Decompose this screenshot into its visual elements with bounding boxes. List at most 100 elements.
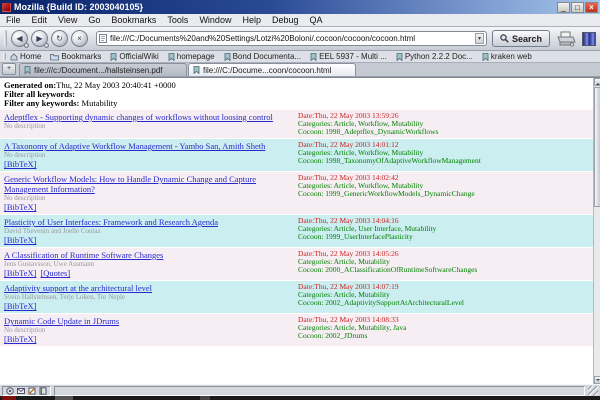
bookmark-bookmarks[interactable]: Bookmarks bbox=[50, 52, 101, 61]
generated-line: Generated on:Thu, 22 May 2003 20:40:41 +… bbox=[4, 81, 593, 89]
entry-bibtex-link[interactable]: [BibTeX] bbox=[4, 202, 36, 212]
entry-bibtex-link[interactable]: [BibTeX] bbox=[4, 159, 36, 169]
navigation-toolbar: ◀ ▶ ↻ × ▾ Search bbox=[0, 27, 600, 51]
forward-dropdown[interactable] bbox=[44, 43, 49, 48]
printer-icon bbox=[556, 31, 576, 47]
resize-grip-icon[interactable] bbox=[588, 386, 598, 396]
stop-button[interactable]: × bbox=[71, 30, 88, 47]
menu-help[interactable]: Help bbox=[242, 15, 261, 25]
composer-icon[interactable] bbox=[28, 387, 36, 395]
tab-label: file:///c:/Document.../hallsteinsen.pdf bbox=[34, 66, 163, 75]
bookmark-officialwiki[interactable]: OfficialWiki bbox=[110, 52, 158, 61]
bookmarks-toolbar: Home Bookmarks OfficialWiki homepage Bond Do… bbox=[0, 51, 600, 63]
entry-row: A Classification of Runtime Software Cha… bbox=[0, 248, 593, 280]
menu-qa[interactable]: QA bbox=[310, 15, 323, 25]
maximize-button[interactable]: □ bbox=[571, 2, 584, 13]
entry-right-cell: Date:Thu, 22 May 2003 14:01:12 Categorie… bbox=[296, 139, 593, 171]
bookmark-homepage[interactable]: homepage bbox=[168, 52, 215, 61]
menu-go[interactable]: Go bbox=[88, 15, 100, 25]
menu-debug[interactable]: Debug bbox=[272, 15, 299, 25]
bookmark-label: Bookmarks bbox=[61, 52, 101, 61]
navigator-icon[interactable] bbox=[6, 387, 14, 395]
entry-bibtex-link[interactable]: [BibTeX] bbox=[4, 301, 36, 311]
scroll-down-icon[interactable] bbox=[594, 376, 600, 384]
mail-icon[interactable] bbox=[17, 387, 25, 395]
folder-icon bbox=[50, 53, 59, 61]
bookmark-kraken-web[interactable]: kraken web bbox=[482, 52, 532, 61]
menu-window[interactable]: Window bbox=[199, 15, 231, 25]
tab-2-active[interactable]: file:///C:/Docume...coon/cocoon.html bbox=[188, 63, 356, 76]
reload-button[interactable]: ↻ bbox=[51, 30, 68, 47]
bookmark-label: Home bbox=[20, 52, 41, 61]
new-tab-button[interactable]: + bbox=[2, 63, 16, 75]
bookmark-label: Bond Documenta... bbox=[233, 52, 301, 61]
entry-title-link[interactable]: Adaptivity support at the architectural … bbox=[4, 283, 290, 293]
scrollbar-thumb[interactable] bbox=[594, 87, 600, 207]
entry-quotes-link[interactable]: [Quotes] bbox=[40, 268, 70, 278]
entry-title-link[interactable]: Dynamic Code Update in JDrums bbox=[4, 316, 290, 326]
entry-links: [BibTeX] bbox=[4, 202, 290, 212]
tab-page-icon bbox=[193, 66, 200, 74]
entry-title-link[interactable]: Adeptflex - Supporting dynamic changes o… bbox=[4, 112, 290, 122]
forward-button[interactable]: ▶ bbox=[31, 30, 48, 47]
search-button[interactable]: Search bbox=[492, 30, 550, 47]
url-input[interactable] bbox=[107, 33, 475, 45]
print-button[interactable] bbox=[556, 31, 576, 47]
entry-title-link[interactable]: A Taxonomy of Adaptive Workflow Manageme… bbox=[4, 141, 290, 151]
scroll-up-icon[interactable] bbox=[594, 78, 600, 86]
entry-links: [BibTeX] [Quotes] bbox=[4, 268, 290, 278]
entry-left-cell: Adaptivity support at the architectural … bbox=[0, 281, 296, 313]
entry-byline: Jens Gustavsson, Uwe Assmann bbox=[4, 260, 290, 268]
entry-cocoon: Cocoon: 1998_Adeptflex_DynamicWorkflows bbox=[298, 128, 591, 136]
entry-cocoon: Cocoon: 1999_GenericWorkflowModels_Dynam… bbox=[298, 190, 591, 198]
menu-edit[interactable]: Edit bbox=[32, 15, 48, 25]
entry-bibtex-link[interactable]: [BibTeX] bbox=[4, 235, 36, 245]
menu-view[interactable]: View bbox=[58, 15, 77, 25]
menu-bookmarks[interactable]: Bookmarks bbox=[111, 15, 156, 25]
entry-links: [BibTeX] bbox=[4, 301, 290, 311]
menu-file[interactable]: File bbox=[6, 15, 21, 25]
status-text bbox=[54, 386, 585, 396]
window-title: Mozilla {Build ID: 2003040105} bbox=[14, 0, 557, 14]
tab-1[interactable]: file:///c:/Document.../hallsteinsen.pdf bbox=[19, 63, 187, 76]
close-button[interactable]: × bbox=[585, 2, 598, 13]
addressbook-icon[interactable] bbox=[39, 387, 47, 395]
entry-title-link[interactable]: A Classification of Runtime Software Cha… bbox=[4, 250, 290, 260]
bookmark-python-2-2-2-doc[interactable]: Python 2.2.2 Doc... bbox=[396, 52, 473, 61]
toolbar-grippy[interactable] bbox=[3, 53, 6, 61]
tab-bar: + file:///c:/Document.../hallsteinsen.pd… bbox=[0, 63, 600, 77]
bookmark-icon bbox=[110, 53, 117, 61]
entry-right-cell: Date:Thu, 22 May 2003 13:59:26 Categorie… bbox=[296, 110, 593, 138]
entry-title-link[interactable]: Generic Workflow Models: How to Handle D… bbox=[4, 174, 290, 194]
bookmark-eel-5937-multi[interactable]: EEL 5937 - Multi ... bbox=[310, 52, 387, 61]
filter-any-line: Filter any keywords: Mutability bbox=[4, 99, 593, 107]
entry-cocoon: Cocoon: 1999_UserInterfacePlasticity bbox=[298, 233, 591, 241]
taskbar-fragment-red bbox=[2, 396, 16, 400]
menu-tools[interactable]: Tools bbox=[167, 15, 188, 25]
url-dropdown-icon[interactable]: ▾ bbox=[475, 33, 484, 44]
back-button[interactable]: ◀ bbox=[11, 30, 28, 47]
component-bar bbox=[2, 386, 51, 396]
entry-bibtex-link[interactable]: [BibTeX] bbox=[4, 268, 36, 278]
back-dropdown[interactable] bbox=[24, 43, 29, 48]
entry-row: Dynamic Code Update in JDrums No descrip… bbox=[0, 314, 593, 346]
entry-row: Generic Workflow Models: How to Handle D… bbox=[0, 172, 593, 214]
toolbar-grippy[interactable] bbox=[4, 30, 7, 46]
entry-right-cell: Date:Thu, 22 May 2003 14:08:33 Categorie… bbox=[296, 314, 593, 346]
minimize-button[interactable]: _ bbox=[557, 2, 570, 13]
vertical-scrollbar[interactable] bbox=[593, 78, 600, 384]
entry-left-cell: Dynamic Code Update in JDrums No descrip… bbox=[0, 314, 296, 346]
bookmark-home[interactable]: Home bbox=[10, 52, 41, 61]
entry-byline: No description bbox=[4, 194, 290, 202]
bookmark-bond-documenta[interactable]: Bond Documenta... bbox=[224, 52, 301, 61]
url-bar: ▾ bbox=[96, 31, 487, 46]
browser-window: Mozilla {Build ID: 2003040105} _ □ × Fil… bbox=[0, 0, 600, 400]
entry-left-cell: A Classification of Runtime Software Cha… bbox=[0, 248, 296, 280]
bookmark-label: kraken web bbox=[491, 52, 532, 61]
taskbar-fragment bbox=[0, 396, 600, 400]
taskbar-fragment-gray bbox=[200, 396, 210, 400]
entry-bibtex-link[interactable]: [BibTeX] bbox=[4, 334, 36, 344]
throbber-icon[interactable] bbox=[582, 32, 596, 46]
entry-title-link[interactable]: Plasticity of User Interfaces: Framework… bbox=[4, 217, 290, 227]
filter-any-value: Mutability bbox=[79, 98, 117, 108]
